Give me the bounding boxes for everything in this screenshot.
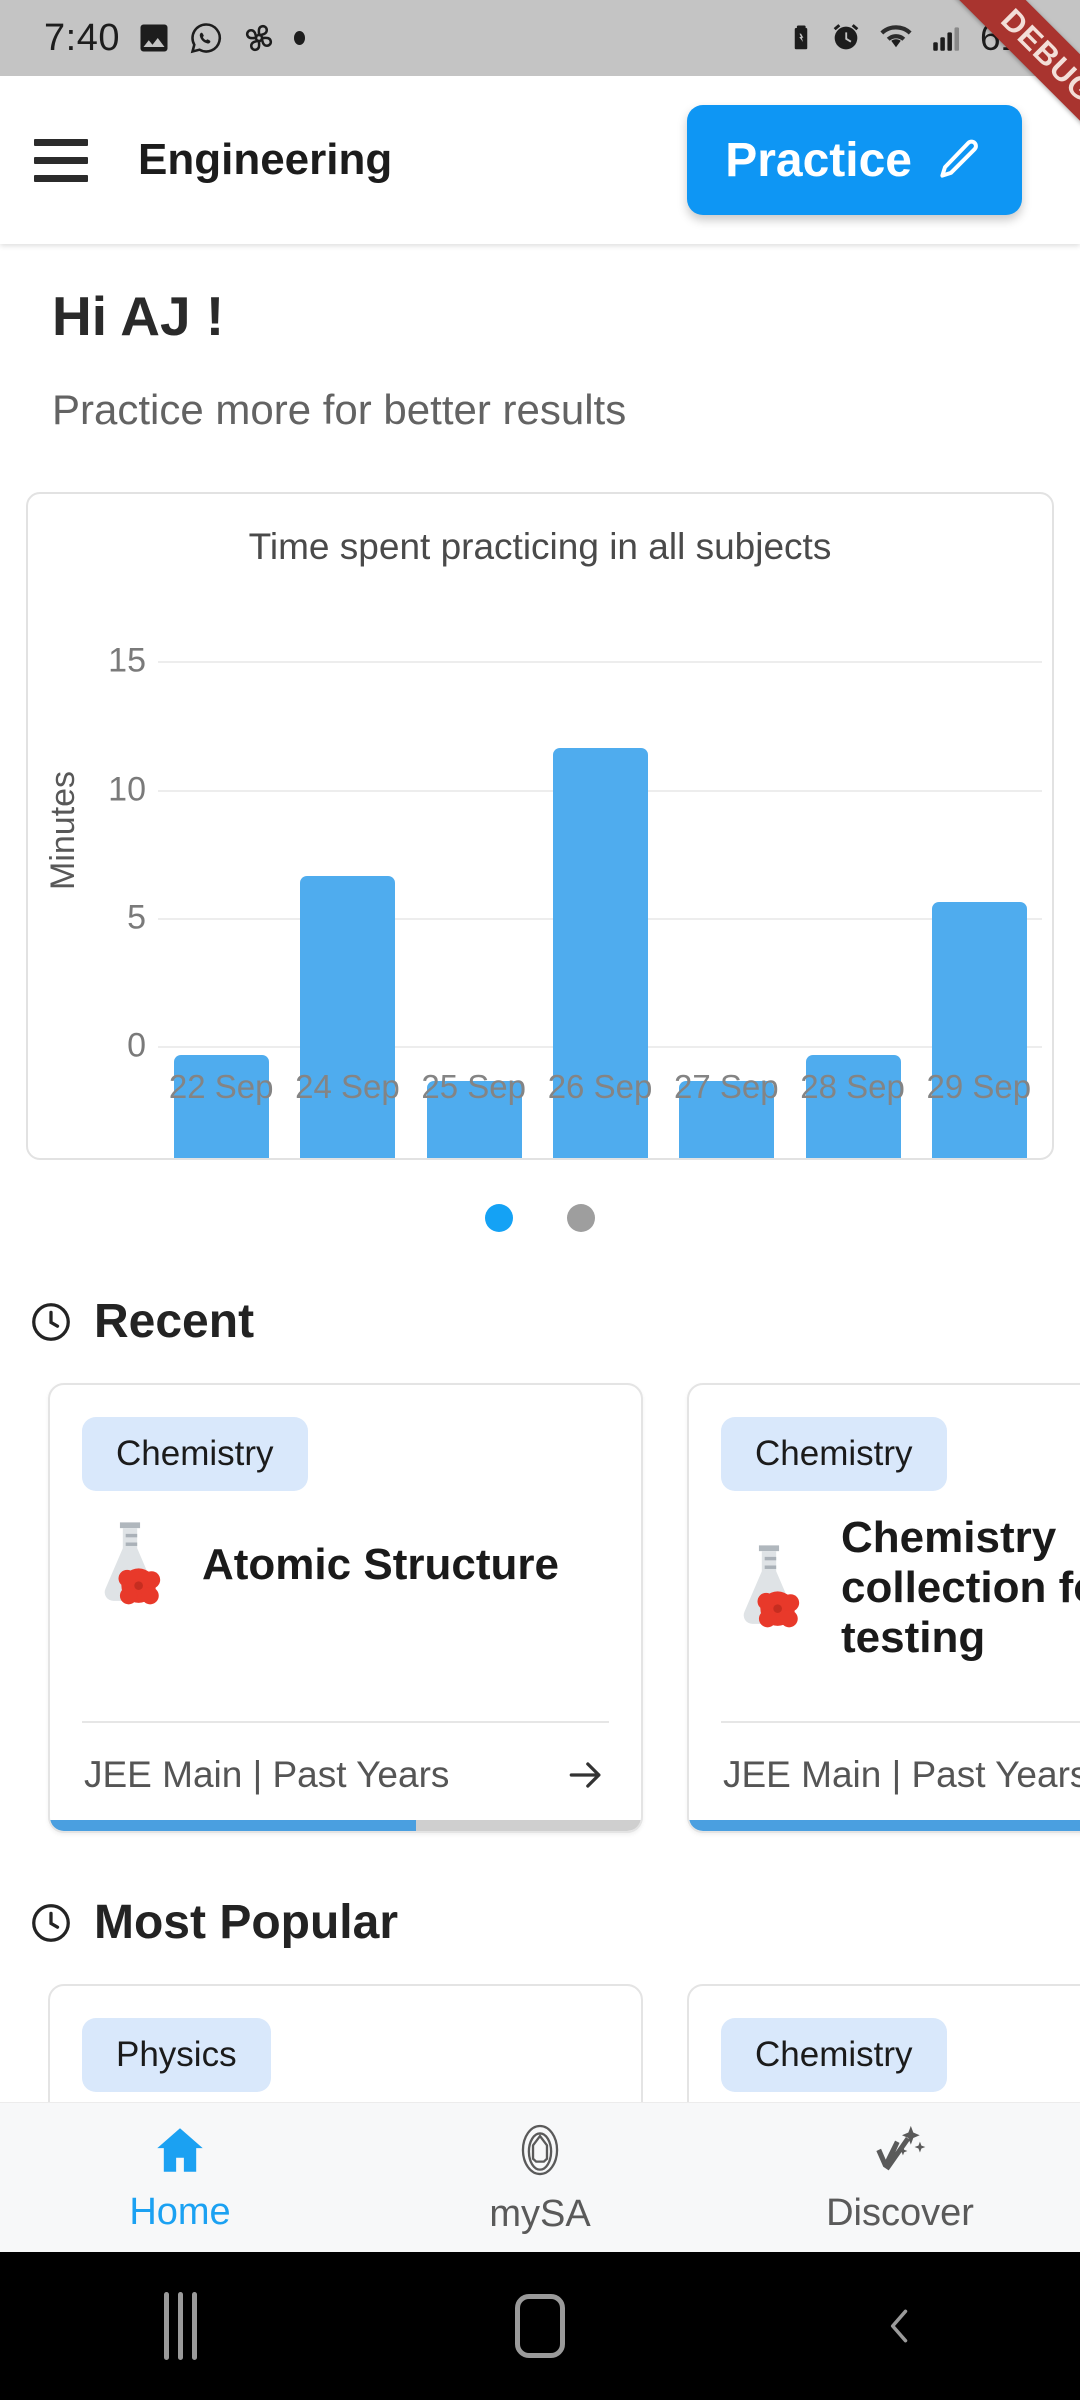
arrow-right-icon[interactable]: [561, 1753, 611, 1797]
android-navigation-bar: [0, 2252, 1080, 2400]
scroll-content[interactable]: Hi AJ ! Practice more for better results…: [0, 244, 1080, 2102]
recent-card[interactable]: Chemistry Chemistry collection for testi…: [687, 1383, 1080, 1833]
subject-chip: Chemistry: [721, 1417, 947, 1491]
android-recents-button[interactable]: [0, 2292, 360, 2360]
mysa-icon: [509, 2119, 571, 2181]
recent-card-title: Chemistry collection for testing: [841, 1513, 1080, 1663]
subject-chip: Chemistry: [82, 1417, 308, 1491]
chart-gridline: [158, 661, 1042, 663]
status-bar-right: 61%: [786, 17, 1054, 59]
recents-icon: [164, 2292, 197, 2360]
dot-indicator-icon: [294, 31, 305, 45]
recent-section-title: Recent: [94, 1294, 254, 1349]
recent-card-footer: JEE Main | Past Years: [84, 1753, 611, 1797]
recent-card[interactable]: Chemistry Atomic Structure J: [48, 1383, 643, 1833]
practice-time-chart-card[interactable]: Time spent practicing in all subjects Mi…: [26, 492, 1054, 1160]
back-chevron-icon: [878, 2296, 922, 2356]
battery-percentage: 61%: [980, 17, 1054, 59]
card-divider: [82, 1721, 609, 1723]
home-square-icon: [515, 2294, 565, 2358]
whatsapp-icon: [188, 20, 224, 56]
chart-y-tick-label: 10: [76, 770, 146, 809]
android-home-button[interactable]: [360, 2294, 720, 2358]
card-divider: [721, 1721, 1080, 1723]
pinwheel-icon: [240, 19, 278, 57]
alarm-icon: [829, 21, 863, 55]
chart-bar: [932, 902, 1027, 1158]
most-popular-section-header: Most Popular: [0, 1833, 1080, 1950]
sparkle-icon: [868, 2120, 932, 2180]
image-icon: [136, 20, 172, 56]
recent-card-meta: JEE Main | Past Years: [84, 1754, 449, 1796]
chart-bar: [300, 876, 395, 1158]
popular-card[interactable]: Physics: [48, 1984, 643, 2102]
most-popular-card-row[interactable]: Physics Chemistry: [0, 1950, 1080, 2102]
chart-y-tick-label: 15: [76, 642, 146, 681]
flask-icon: [723, 1536, 815, 1641]
nav-label-discover: Discover: [826, 2192, 974, 2235]
clock-icon: [28, 1299, 74, 1345]
chart-plot-area: Minutes 051015 22 Sep24 Sep25 Sep26 Sep2…: [28, 590, 1052, 1158]
wifi-icon: [876, 21, 916, 55]
greeting-subtitle: Practice more for better results: [0, 348, 1080, 434]
status-bar-left: 7:40: [44, 17, 786, 60]
nav-item-discover[interactable]: Discover: [720, 2120, 1080, 2235]
chart-y-tick-label: 5: [76, 898, 146, 937]
recent-card-body: Chemistry collection for testing: [689, 1491, 1080, 1663]
nav-item-home[interactable]: Home: [0, 2121, 360, 2234]
practice-button[interactable]: Practice: [687, 105, 1022, 215]
recent-card-progress: [50, 1820, 641, 1831]
subject-chip: Physics: [82, 2018, 271, 2092]
status-bar: 7:40 61%: [0, 0, 1080, 76]
recent-card-meta: JEE Main | Past Years: [723, 1754, 1080, 1796]
recent-card-title: Atomic Structure: [202, 1540, 559, 1590]
nav-label-home: Home: [129, 2191, 230, 2234]
bottom-navigation: Home mySA Discover: [0, 2102, 1080, 2252]
carousel-dot[interactable]: [567, 1204, 595, 1232]
android-back-button[interactable]: [720, 2296, 1080, 2356]
recent-card-row[interactable]: Chemistry Atomic Structure J: [0, 1349, 1080, 1833]
carousel-dot[interactable]: [485, 1204, 513, 1232]
nav-label-mysa: mySA: [489, 2193, 590, 2236]
battery-saver-icon: [786, 20, 816, 56]
chart-x-tick-label: 29 Sep: [899, 1068, 1054, 1106]
subject-chip: Chemistry: [721, 2018, 947, 2092]
chart-y-tick-label: 0: [76, 1027, 146, 1066]
recent-card-footer: JEE Main | Past Years: [723, 1753, 1080, 1797]
app-bar: Engineering Practice: [0, 76, 1080, 244]
clock-icon: [28, 1900, 74, 1946]
pencil-icon: [934, 135, 984, 185]
popular-card[interactable]: Chemistry: [687, 1984, 1080, 2102]
status-time: 7:40: [44, 17, 120, 60]
recent-section-header: Recent: [0, 1232, 1080, 1349]
chart-title: Time spent practicing in all subjects: [28, 494, 1052, 568]
carousel-page-dots[interactable]: [0, 1204, 1080, 1232]
most-popular-section-title: Most Popular: [94, 1895, 398, 1950]
recent-card-body: Atomic Structure: [50, 1491, 641, 1618]
page-title: Engineering: [138, 135, 687, 185]
nav-item-mysa[interactable]: mySA: [360, 2119, 720, 2236]
hamburger-icon[interactable]: [34, 139, 88, 182]
practice-button-label: Practice: [725, 133, 912, 188]
flask-icon: [84, 1513, 176, 1618]
recent-card-progress: [689, 1820, 1080, 1831]
greeting-heading: Hi AJ !: [0, 244, 1080, 348]
home-icon: [149, 2121, 211, 2179]
signal-icon: [929, 21, 963, 55]
